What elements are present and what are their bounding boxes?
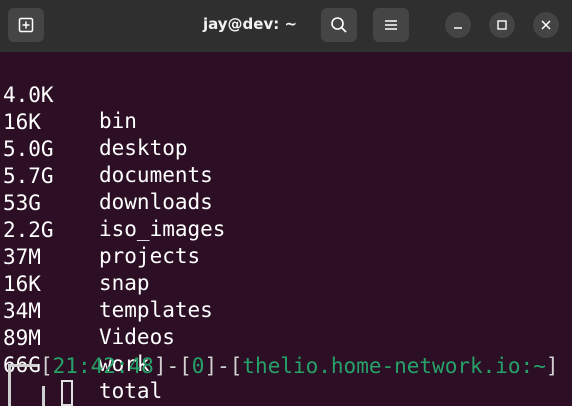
window-title: jay@dev: ~	[202, 15, 298, 33]
minimize-button[interactable]	[445, 12, 471, 38]
search-button[interactable]	[321, 8, 357, 42]
prompt-bracket: [	[229, 354, 243, 378]
output-line-total: 66G total	[3, 326, 162, 403]
output-line: 5.7G downloads	[3, 137, 213, 214]
output-line: 34M Videos	[3, 272, 175, 349]
close-button[interactable]	[533, 12, 559, 38]
prompt-bracket: ]	[545, 354, 559, 378]
new-tab-button[interactable]	[8, 8, 44, 42]
prompt-bracket: ]	[204, 354, 218, 378]
entry-name: total	[99, 379, 163, 403]
prompt-dash: -	[166, 354, 180, 378]
close-icon	[541, 20, 551, 30]
output-line: 53G iso_images	[3, 164, 225, 241]
prompt-bar-decoration	[42, 386, 45, 406]
shell-prompt: [21:42:48]-[0]-[thelio.home-network.io:~…	[40, 352, 559, 380]
prompt-bracket: ]	[153, 354, 167, 378]
menu-button[interactable]	[373, 8, 409, 42]
entry-name: downloads	[99, 190, 213, 214]
prompt-time: 21:42:48	[52, 354, 154, 378]
output-line: 4.0K bin	[3, 56, 137, 133]
entry-name: iso_images	[99, 217, 226, 241]
maximize-icon	[497, 20, 507, 30]
entry-name: snap	[99, 271, 150, 295]
prompt-host-path: thelio.home-network.io:~	[242, 354, 546, 378]
text-cursor[interactable]	[61, 380, 73, 406]
prompt-bracket: [	[40, 354, 53, 378]
new-tab-icon	[18, 17, 34, 33]
output-line: 5.0G documents	[3, 110, 213, 187]
search-icon	[331, 17, 347, 33]
terminal-output[interactable]: 4.0K bin 16K desktop 5.0G documents 5.7G…	[0, 52, 572, 406]
entry-name: bin	[99, 109, 137, 133]
maximize-button[interactable]	[489, 12, 515, 38]
prompt-corner-decoration	[8, 364, 38, 406]
entry-name: Videos	[99, 325, 175, 349]
entry-name: desktop	[99, 136, 188, 160]
entry-name: documents	[99, 163, 213, 187]
prompt-dash: -	[217, 354, 230, 378]
output-line: 37M snap	[3, 218, 150, 295]
terminal-window: jay@dev: ~ 4.0K bin 16K desktop 5.0G doc…	[0, 0, 572, 406]
minimize-icon	[454, 27, 462, 29]
entry-name: projects	[99, 244, 201, 268]
prompt-exit-code: 0	[191, 354, 205, 378]
hamburger-menu-icon	[385, 20, 397, 30]
prompt-bracket: [	[179, 354, 192, 378]
output-line: 16K templates	[3, 245, 213, 322]
entry-name: templates	[99, 298, 213, 322]
output-line: 16K desktop	[3, 83, 188, 160]
output-line: 89M work	[3, 299, 150, 376]
output-line: 2.2G projects	[3, 191, 200, 268]
title-bar: jay@dev: ~	[0, 0, 572, 52]
